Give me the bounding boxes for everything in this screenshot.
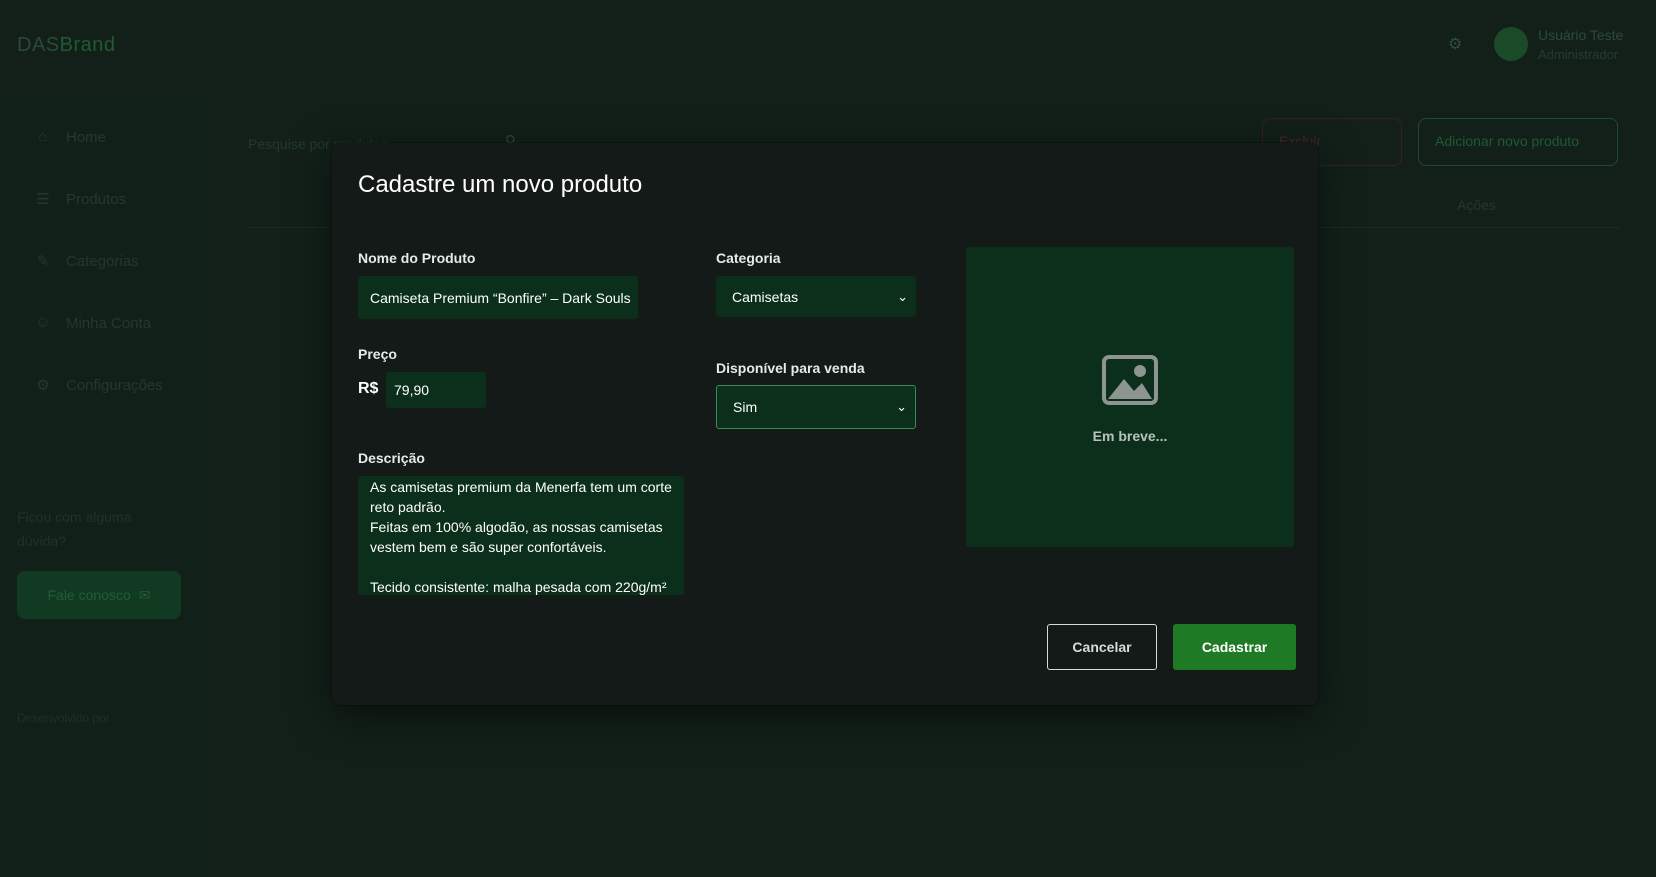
image-icon	[1102, 355, 1158, 405]
category-select[interactable]: Camisetas ⌄	[716, 276, 916, 317]
product-name-label: Nome do Produto	[358, 250, 476, 266]
image-placeholder-text: Em breve...	[1092, 428, 1168, 444]
available-select[interactable]: Sim ⌄	[716, 385, 916, 429]
description-textarea[interactable]: As camisetas premium da Menerfa tem um c…	[358, 476, 684, 595]
price-label: Preço	[358, 346, 397, 362]
description-label: Descrição	[358, 450, 425, 466]
price-input[interactable]: 79,90	[386, 372, 486, 408]
category-label: Categoria	[716, 250, 781, 266]
chevron-down-icon: ⌄	[897, 288, 908, 304]
available-label: Disponível para venda	[716, 360, 865, 376]
new-product-modal: Cadastre um novo produto Nome do Produto…	[332, 143, 1318, 705]
modal-title: Cadastre um novo produto	[358, 171, 643, 198]
submit-button[interactable]: Cadastrar	[1173, 624, 1296, 670]
currency-symbol: R$	[358, 380, 379, 397]
product-name-input[interactable]: Camiseta Premium “Bonfire” – Dark Souls	[358, 276, 638, 319]
image-upload-area[interactable]: Em breve...	[966, 247, 1294, 547]
chevron-down-icon: ⌄	[896, 399, 907, 414]
cancel-button[interactable]: Cancelar	[1047, 624, 1157, 670]
